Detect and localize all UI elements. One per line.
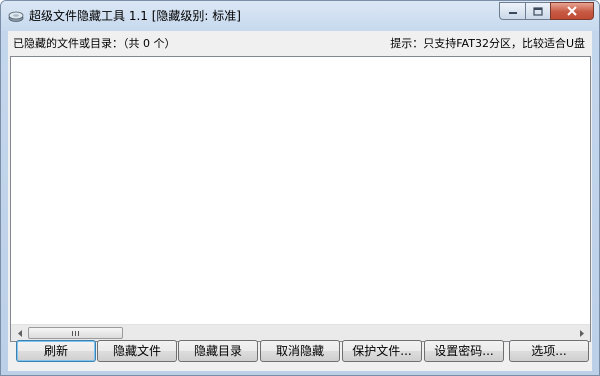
options-button[interactable]: 选项...: [509, 340, 589, 362]
window-title: 超级文件隐藏工具 1.1 [隐藏级别: 标准]: [29, 9, 241, 23]
grip-icon: [72, 330, 79, 336]
set-password-button[interactable]: 设置密码...: [424, 340, 504, 362]
window-controls: [499, 2, 594, 21]
horizontal-scrollbar[interactable]: [11, 324, 590, 341]
arrow-right-icon: [579, 329, 584, 337]
refresh-button[interactable]: 刷新: [16, 340, 96, 362]
hint-text: 提示：只支持FAT32分区，比较适合U盘: [390, 37, 585, 50]
minimize-button[interactable]: [499, 2, 525, 20]
arrow-left-icon: [17, 329, 22, 337]
scroll-right-button[interactable]: [573, 325, 590, 341]
hard-drive-icon[interactable]: [8, 8, 24, 24]
dialog-body: 已隐藏的文件或目录：（共 0 个） 提示：只支持FAT32分区，比较适合U盘 刷…: [8, 31, 592, 371]
hidden-files-list[interactable]: [10, 56, 591, 342]
scroll-thumb[interactable]: [28, 327, 123, 339]
scroll-left-button[interactable]: [11, 325, 28, 341]
close-button[interactable]: [550, 2, 594, 20]
protect-file-button[interactable]: 保护文件...: [342, 340, 422, 362]
minimize-icon: [508, 12, 517, 14]
hidden-count-label: 已隐藏的文件或目录：（共 0 个）: [13, 37, 176, 50]
title-bar[interactable]: 超级文件隐藏工具 1.1 [隐藏级别: 标准]: [1, 1, 599, 31]
maximize-icon: [533, 6, 543, 16]
app-window: 超级文件隐藏工具 1.1 [隐藏级别: 标准] 已隐藏的文件或目录：（共 0 个…: [0, 0, 600, 376]
hide-file-button[interactable]: 隐藏文件: [97, 340, 177, 362]
hide-directory-button[interactable]: 隐藏目录: [178, 340, 258, 362]
maximize-button[interactable]: [525, 2, 550, 20]
close-icon: [567, 6, 577, 16]
unhide-button[interactable]: 取消隐藏: [260, 340, 340, 362]
